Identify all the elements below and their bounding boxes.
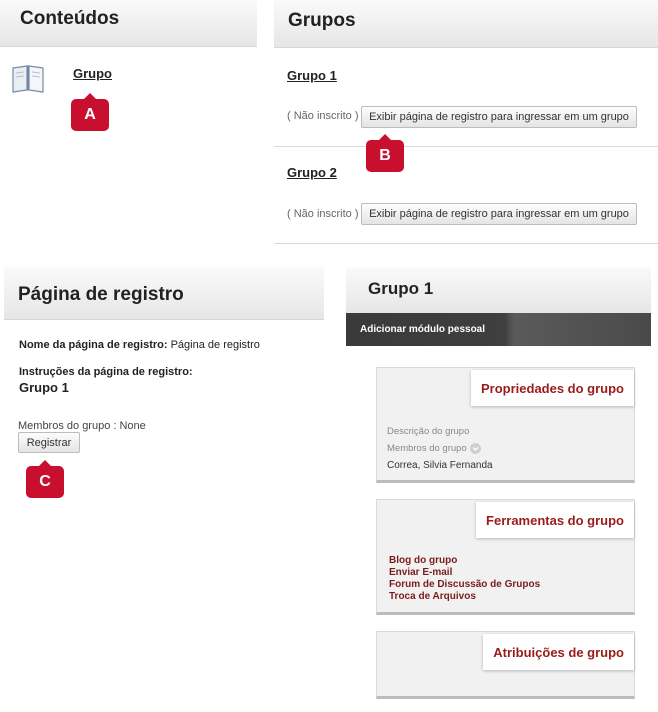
registro-instructions-label: Instruções da página de registro: xyxy=(19,366,193,378)
tool-link-forum[interactable]: Forum de Discussão de Grupos xyxy=(389,579,540,591)
divider xyxy=(274,146,658,147)
grupo1-header: Grupo 1 xyxy=(346,267,651,314)
callout-c: C xyxy=(26,460,64,498)
grupo1-title: Grupo 1 xyxy=(368,279,434,298)
book-icon xyxy=(10,60,46,96)
propriedades-title: Propriedades do grupo xyxy=(470,370,634,406)
propriedades-card: Propriedades do grupo Descrição do grupo… xyxy=(376,367,635,483)
registro-header: Página de registro xyxy=(4,267,324,320)
registrar-button[interactable]: Registrar xyxy=(18,432,80,453)
conteudos-header: Conteúdos xyxy=(0,0,257,47)
tool-link-arquivos[interactable]: Troca de Arquivos xyxy=(389,591,540,603)
add-module-button[interactable]: Adicionar módulo pessoal xyxy=(360,324,485,335)
group-2-register-button[interactable]: Exibir página de registro para ingressar… xyxy=(361,203,637,225)
member-name: Correa, Silvia Fernanda xyxy=(387,460,493,471)
registro-name-line: Nome da página de registro: Página de re… xyxy=(19,339,260,351)
group-1-link[interactable]: Grupo 1 xyxy=(287,68,337,83)
registro-title: Página de registro xyxy=(18,284,184,305)
group-1-status: ( Não inscrito ) xyxy=(287,110,359,122)
chevron-down-icon[interactable] xyxy=(469,443,481,454)
conteudos-title: Conteúdos xyxy=(20,8,120,29)
registro-name-label: Nome da página de registro: xyxy=(19,339,168,351)
tool-link-email[interactable]: Enviar E-mail xyxy=(389,567,540,579)
callout-a: A xyxy=(71,93,109,131)
registro-name-value: Página de registro xyxy=(170,339,260,351)
group-2-link[interactable]: Grupo 2 xyxy=(287,165,337,180)
add-module-bar: Adicionar módulo pessoal xyxy=(346,313,651,346)
group-2-status: ( Não inscrito ) xyxy=(287,208,359,220)
membros-row: Membros do grupo xyxy=(387,443,481,454)
registro-instructions-value: Grupo 1 xyxy=(19,380,69,395)
atribuicoes-card: Atribuições de grupo xyxy=(376,631,635,699)
grupos-header: Grupos xyxy=(274,0,658,48)
ferramentas-links: Blog do grupo Enviar E-mail Forum de Dis… xyxy=(389,555,540,603)
callout-b: B xyxy=(366,134,404,172)
atribuicoes-title: Atribuições de grupo xyxy=(483,634,634,670)
grupos-title: Grupos xyxy=(288,10,356,31)
tool-link-blog[interactable]: Blog do grupo xyxy=(389,555,540,567)
grupo-link[interactable]: Grupo xyxy=(73,66,112,81)
registro-members-text: Membros do grupo : None xyxy=(18,420,146,432)
descricao-label: Descrição do grupo xyxy=(387,426,470,437)
group-1-register-button[interactable]: Exibir página de registro para ingressar… xyxy=(361,106,637,128)
ferramentas-card: Ferramentas do grupo Blog do grupo Envia… xyxy=(376,499,635,615)
membros-label: Membros do grupo xyxy=(387,443,467,454)
ferramentas-title: Ferramentas do grupo xyxy=(476,502,634,538)
divider xyxy=(274,243,658,244)
